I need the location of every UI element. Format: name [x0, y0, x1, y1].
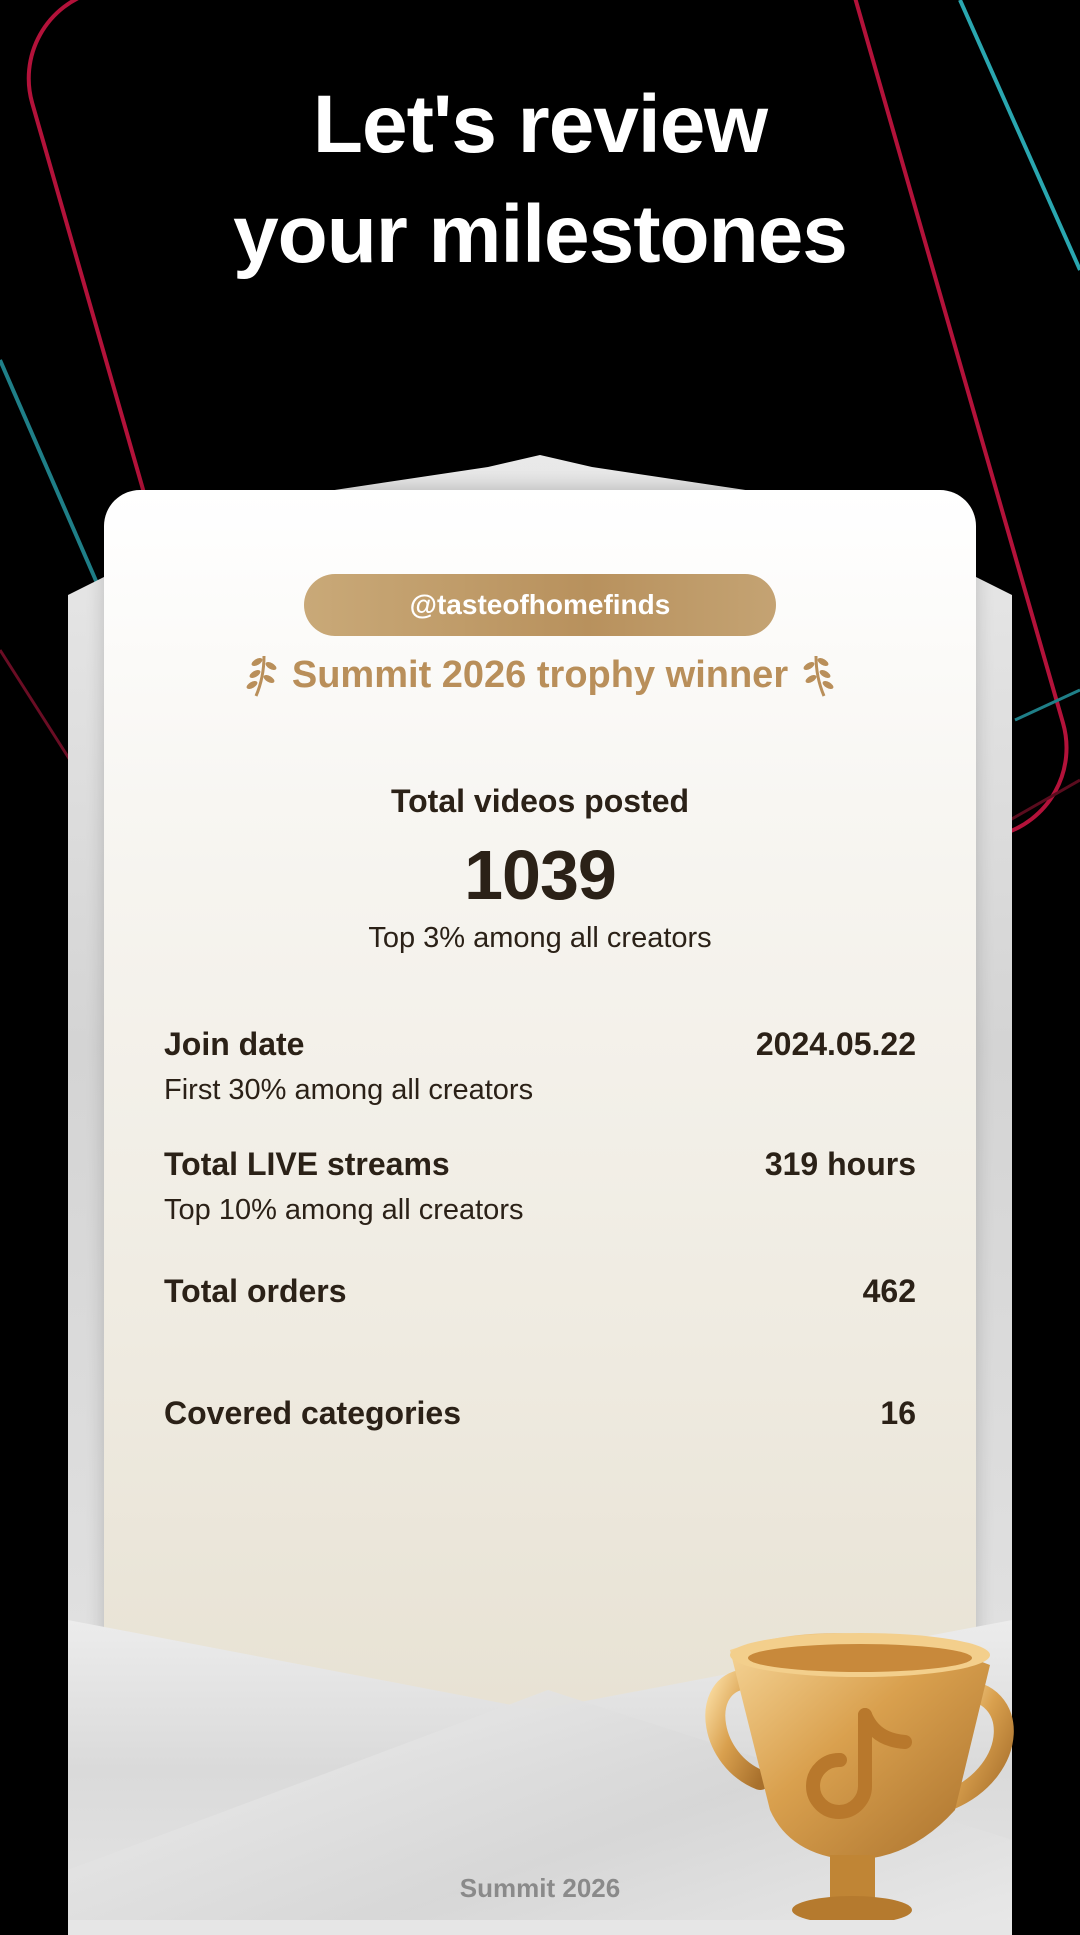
stat-value: 16	[880, 1395, 916, 1431]
videos-posted-rank: Top 3% among all creators	[368, 922, 712, 954]
stat-value: 462	[862, 1273, 916, 1309]
stat-value: 2024.05.22	[755, 1026, 916, 1062]
creator-handle-badge: @tasteofhomefinds	[304, 574, 776, 636]
trophy-winner-title: Summit 2026 trophy winner	[0, 652, 1080, 698]
trophy-title-text: Summit 2026 trophy winner	[291, 653, 789, 696]
stat-label: Total LIVE streams	[164, 1146, 450, 1182]
stat-label: Total orders	[164, 1273, 347, 1309]
videos-posted-label: Total videos posted	[390, 783, 690, 819]
creator-handle: @tasteofhomefinds	[409, 589, 671, 620]
stat-label: Covered categories	[164, 1395, 462, 1431]
stat-label: Join date	[164, 1026, 305, 1062]
title-line-2: your milestones	[233, 189, 848, 280]
trophy-icon	[705, 1633, 1014, 1920]
videos-posted-value: 1039	[464, 836, 617, 914]
laurel-icon	[246, 655, 277, 697]
page-title: Let's review your milestones	[0, 70, 1080, 290]
stat-sub: First 30% among all creators	[164, 1074, 534, 1106]
laurel-icon	[803, 655, 834, 697]
stat-sub: Top 10% among all creators	[164, 1194, 524, 1226]
title-line-1: Let's review	[312, 79, 768, 170]
stat-value: 319 hours	[764, 1146, 916, 1182]
